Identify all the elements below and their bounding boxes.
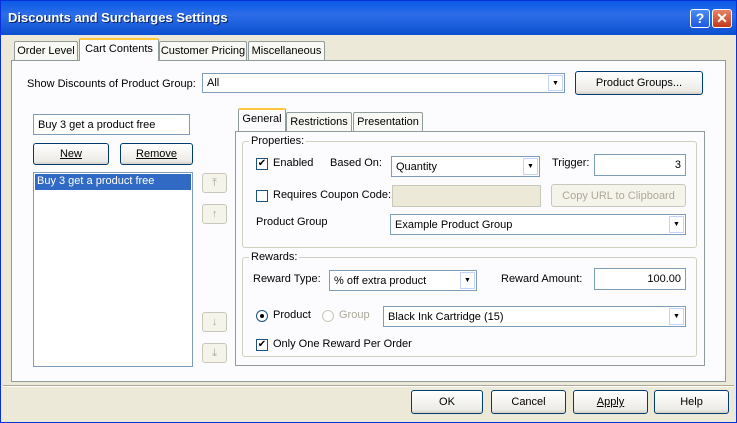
- reward-type-label: Reward Type:: [253, 273, 321, 285]
- reward-amount-input[interactable]: 100.00: [594, 268, 686, 290]
- chevron-down-icon: ▼: [523, 158, 538, 175]
- show-group-value: All: [207, 77, 220, 89]
- coupon-code-input[interactable]: [392, 185, 541, 207]
- tab-order-level[interactable]: Order Level: [14, 41, 78, 61]
- chevron-down-icon: ▼: [669, 308, 684, 325]
- one-reward-checkbox[interactable]: ✔: [256, 339, 268, 351]
- rewards-legend: Rewards:: [249, 251, 300, 263]
- show-group-dropdown[interactable]: All ▼: [202, 73, 565, 93]
- footer-separator: [3, 385, 734, 387]
- move-down-icon[interactable]: ↓: [202, 312, 227, 332]
- tab-restrictions[interactable]: Restrictions: [286, 112, 352, 132]
- general-panel: Properties: ✔ Enabled Based On: Quantity…: [235, 131, 705, 366]
- requires-coupon-checkbox[interactable]: [256, 190, 268, 202]
- chevron-down-icon: ▼: [548, 75, 563, 91]
- ok-button[interactable]: OK: [411, 390, 483, 414]
- list-item[interactable]: Buy 3 get a product free: [35, 174, 191, 190]
- new-button[interactable]: New: [33, 143, 109, 165]
- enabled-checkbox[interactable]: ✔: [256, 158, 268, 170]
- remove-button-label: Remove: [136, 148, 177, 160]
- based-on-dropdown[interactable]: Quantity ▼: [391, 156, 540, 177]
- reward-type-dropdown[interactable]: % off extra product ▼: [329, 270, 477, 291]
- tab-customer-pricing[interactable]: Customer Pricing: [159, 41, 247, 61]
- move-top-icon[interactable]: ⤒: [202, 173, 227, 193]
- window-title: Discounts and Surcharges Settings: [8, 10, 228, 25]
- show-group-label: Show Discounts of Product Group:: [27, 78, 196, 90]
- title-bar[interactable]: Discounts and Surcharges Settings ? ✕: [1, 1, 736, 35]
- product-group-value: Example Product Group: [395, 218, 513, 231]
- chevron-down-icon: ▼: [669, 216, 684, 233]
- cart-contents-panel: Show Discounts of Product Group: All ▼ P…: [11, 60, 726, 382]
- reward-type-value: % off extra product: [334, 274, 427, 287]
- properties-legend: Properties:: [249, 135, 307, 147]
- tab-miscellaneous[interactable]: Miscellaneous: [248, 41, 325, 61]
- group-radio-label: Group: [339, 309, 370, 321]
- help-button[interactable]: Help: [654, 390, 729, 414]
- based-on-label: Based On:: [330, 157, 382, 169]
- group-radio[interactable]: [322, 310, 334, 322]
- chevron-down-icon: ▼: [460, 272, 475, 289]
- new-button-label: New: [59, 148, 82, 160]
- one-reward-label: Only One Reward Per Order: [273, 338, 412, 350]
- enabled-label: Enabled: [273, 157, 314, 169]
- help-title-button[interactable]: ?: [690, 9, 710, 28]
- reward-product-dropdown[interactable]: Black Ink Cartridge (15) ▼: [383, 306, 686, 327]
- move-up-icon[interactable]: ↑: [202, 204, 227, 224]
- move-bottom-icon[interactable]: ⤓: [202, 343, 227, 363]
- product-groups-button[interactable]: Product Groups...: [575, 71, 703, 95]
- product-group-label: Product Group: [256, 216, 328, 228]
- tab-general[interactable]: General: [238, 108, 286, 131]
- requires-coupon-label: Requires Coupon Code:: [273, 189, 392, 201]
- product-radio-label: Product: [273, 309, 311, 321]
- cancel-button[interactable]: Cancel: [491, 390, 566, 414]
- discount-list[interactable]: Buy 3 get a product free: [33, 172, 193, 367]
- apply-button[interactable]: Apply: [573, 390, 648, 414]
- product-group-dropdown[interactable]: Example Product Group ▼: [390, 214, 686, 235]
- trigger-input[interactable]: 3: [594, 154, 686, 176]
- product-radio[interactable]: [256, 310, 268, 322]
- reward-amount-label: Reward Amount:: [501, 273, 583, 285]
- remove-button[interactable]: Remove: [120, 143, 193, 165]
- copy-url-button[interactable]: Copy URL to Clipboard: [551, 184, 686, 207]
- trigger-label: Trigger:: [552, 157, 590, 169]
- tab-presentation[interactable]: Presentation: [353, 112, 423, 132]
- reward-product-value: Black Ink Cartridge (15): [388, 310, 504, 323]
- tab-cart-contents[interactable]: Cart Contents: [79, 38, 159, 61]
- apply-button-label: Apply: [596, 396, 625, 408]
- discount-name-input[interactable]: Buy 3 get a product free: [33, 114, 190, 135]
- dialog-window: Discounts and Surcharges Settings ? ✕ Or…: [0, 0, 737, 423]
- based-on-value: Quantity: [396, 160, 437, 173]
- close-button[interactable]: ✕: [712, 9, 732, 28]
